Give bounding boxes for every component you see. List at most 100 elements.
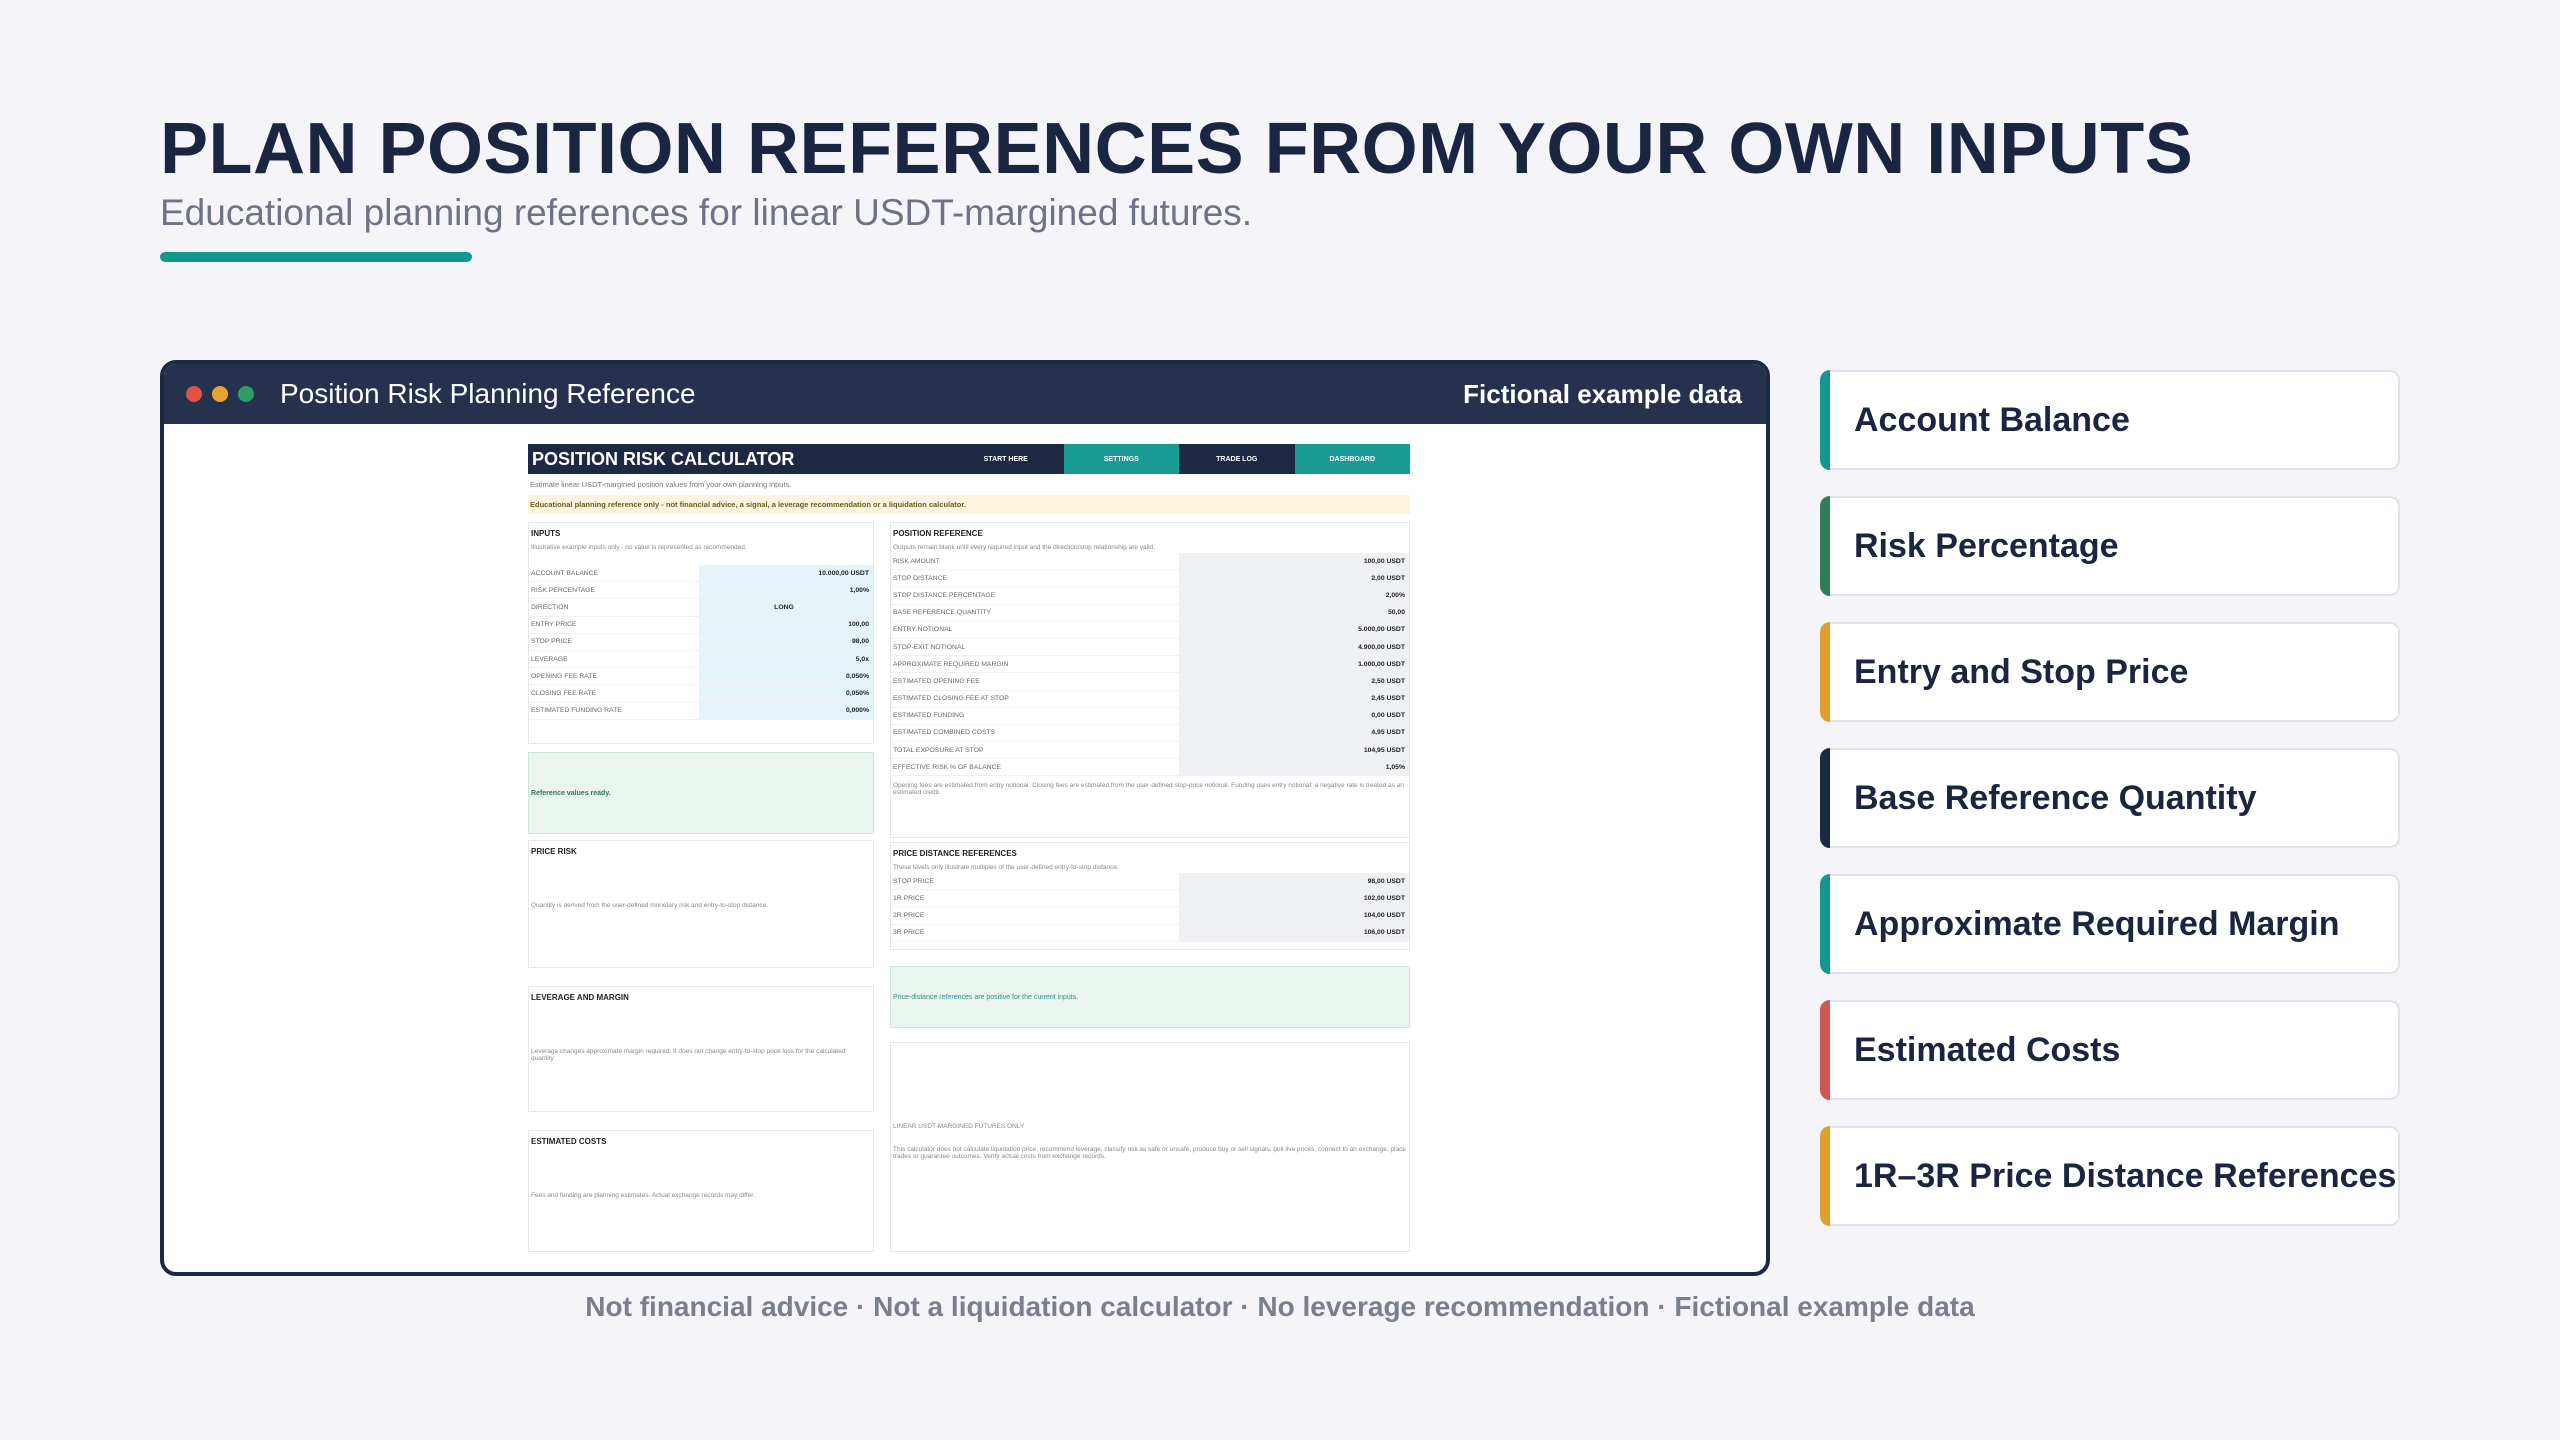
row-label: DIRECTION [531, 603, 569, 611]
table-row: 3R PRICE 106,00 USDT [891, 924, 1409, 942]
table-row: TOTAL EXPOSURE AT STOP 104,95 USDT [891, 742, 1409, 760]
sheet-warning: Educational planning reference only - no… [528, 495, 1410, 514]
row-label: STOP-EXIT NOTIONAL [893, 643, 966, 651]
row-label: RISK PERCENTAGE [531, 586, 596, 594]
price-risk-panel: PRICE RISK Quantity is derived from the … [528, 840, 874, 968]
tab-settings[interactable]: SETTINGS [1063, 444, 1179, 474]
card-label: 1R–3R Price Distance References [1854, 1156, 2397, 1195]
card-label: Risk Percentage [1854, 526, 2119, 565]
row-value: 104,00 USDT [1179, 907, 1409, 924]
row-value[interactable]: 10.000,00 USDT [699, 565, 873, 582]
sheet-description: Estimate linear USDT-margined position v… [530, 480, 792, 489]
card-price-distance-references[interactable]: 1R–3R Price Distance References [1820, 1126, 2400, 1226]
table-row: DIRECTION LONG [529, 599, 873, 617]
tab-dashboard[interactable]: DASHBOARD [1294, 444, 1410, 474]
leverage-margin-panel: LEVERAGE AND MARGIN Leverage changes app… [528, 986, 874, 1112]
table-row: APPROXIMATE REQUIRED MARGIN 1.000,00 USDT [891, 656, 1409, 674]
table-row: ESTIMATED FUNDING RATE 0,000% [529, 702, 873, 720]
row-label: 1R PRICE [893, 894, 925, 902]
table-row: ENTRY NOTIONAL 5.000,00 USDT [891, 621, 1409, 639]
price-risk-title: PRICE RISK [531, 847, 577, 856]
table-row: RISK AMOUNT 100,00 USDT [891, 553, 1409, 571]
row-value[interactable]: 0,050% [699, 668, 873, 685]
row-value: 104,95 USDT [1179, 742, 1409, 759]
card-estimated-costs[interactable]: Estimated Costs [1820, 1000, 2400, 1100]
tab-trade-log[interactable]: TRADE LOG [1179, 444, 1295, 474]
row-value: 1.000,00 USDT [1179, 656, 1409, 673]
row-label: 2R PRICE [893, 911, 925, 919]
card-label: Approximate Required Margin [1854, 904, 2340, 943]
row-value[interactable]: 100,00 [699, 616, 873, 633]
card-entry-stop-price[interactable]: Entry and Stop Price [1820, 622, 2400, 722]
row-value[interactable]: 98,00 [699, 633, 873, 650]
row-value: 0,00 USDT [1179, 707, 1409, 724]
card-label: Entry and Stop Price [1854, 652, 2189, 691]
row-value[interactable]: 0,050% [699, 685, 873, 702]
row-label: APPROXIMATE REQUIRED MARGIN [893, 660, 1009, 668]
row-label: ENTRY NOTIONAL [893, 626, 953, 634]
row-value[interactable]: 1,00% [699, 582, 873, 599]
row-label: STOP PRICE [893, 877, 934, 885]
card-base-reference-quantity[interactable]: Base Reference Quantity [1820, 748, 2400, 848]
card-risk-percentage[interactable]: Risk Percentage [1820, 496, 2400, 596]
spreadsheet: POSITION RISK CALCULATOR START HERE SETT… [528, 444, 1410, 1256]
app-window: Position Risk Planning Reference Fiction… [160, 360, 1770, 1276]
row-value[interactable]: 5,0x [699, 650, 873, 668]
row-value: 2,45 USDT [1179, 690, 1409, 707]
row-value: 50,00 [1179, 604, 1409, 621]
row-label: TOTAL EXPOSURE AT STOP [893, 746, 984, 754]
leverage-margin-title: LEVERAGE AND MARGIN [531, 993, 629, 1002]
table-row: STOP PRICE 98,00 USDT [891, 873, 1409, 891]
row-value[interactable]: 0,000% [699, 702, 873, 719]
minimize-window-dot[interactable] [212, 386, 228, 402]
window-title: Position Risk Planning Reference [280, 378, 696, 409]
sheet-title: POSITION RISK CALCULATOR [528, 444, 948, 474]
page-subtitle: Educational planning references for line… [160, 192, 1253, 233]
table-row: ESTIMATED CLOSING FEE AT STOP 2,45 USDT [891, 690, 1409, 708]
row-value: 4,95 USDT [1179, 724, 1409, 742]
close-window-dot[interactable] [186, 386, 202, 402]
position-reference-note: Outputs remain blank until every require… [893, 544, 1155, 551]
table-row: STOP PRICE 98,00 [529, 633, 873, 651]
table-row: ESTIMATED COMBINED COSTS 4,95 USDT [891, 724, 1409, 743]
table-row: 2R PRICE 104,00 USDT [891, 907, 1409, 925]
row-value: 98,00 USDT [1179, 873, 1409, 890]
window-badge: Fictional example data [1463, 378, 1742, 409]
position-reference-panel: POSITION REFERENCE Outputs remain blank … [890, 522, 1410, 838]
row-label: ENTRY PRICE [531, 621, 577, 629]
row-label: STOP PRICE [531, 638, 572, 646]
maximize-window-dot[interactable] [238, 386, 254, 402]
estimated-costs-note: Fees and funding are planning estimates.… [531, 1192, 755, 1199]
row-value[interactable]: LONG [699, 599, 873, 616]
row-value: 1,05% [1179, 759, 1409, 776]
tab-start-here[interactable]: START HERE [948, 444, 1064, 474]
row-value: 5.000,00 USDT [1179, 621, 1409, 638]
inputs-status: Reference values ready. [528, 752, 874, 834]
row-label: BASE REFERENCE QUANTITY [893, 609, 992, 617]
sheet-header: POSITION RISK CALCULATOR START HERE SETT… [528, 444, 1410, 474]
card-approximate-required-margin[interactable]: Approximate Required Margin [1820, 874, 2400, 974]
table-row: CLOSING FEE RATE 0,050% [529, 685, 873, 703]
card-label: Base Reference Quantity [1854, 778, 2257, 817]
row-value: 2,00% [1179, 587, 1409, 604]
accent-underline [160, 252, 472, 262]
window-titlebar: Position Risk Planning Reference Fiction… [164, 364, 1766, 424]
row-label: ESTIMATED FUNDING RATE [531, 707, 622, 715]
row-label: ESTIMATED CLOSING FEE AT STOP [893, 695, 1009, 703]
table-row: ESTIMATED OPENING FEE 2,50 USDT [891, 673, 1409, 691]
card-account-balance[interactable]: Account Balance [1820, 370, 2400, 470]
row-label: CLOSING FEE RATE [531, 689, 597, 697]
table-row: 1R PRICE 102,00 USDT [891, 890, 1409, 908]
table-row: ENTRY PRICE 100,00 [529, 616, 873, 634]
row-label: OPENING FEE RATE [531, 672, 597, 680]
price-distance-note: These levels only illustrate multiples o… [893, 864, 1119, 871]
table-row: LEVERAGE 5,0x [529, 650, 873, 669]
disclaimer-panel: LINEAR USDT-MARGINED FUTURES ONLY This c… [890, 1042, 1410, 1252]
estimated-costs-panel: ESTIMATED COSTS Fees and funding are pla… [528, 1130, 874, 1252]
table-row: OPENING FEE RATE 0,050% [529, 668, 873, 686]
table-row: ESTIMATED FUNDING 0,00 USDT [891, 707, 1409, 725]
inputs-title: INPUTS [531, 529, 561, 538]
inputs-panel: INPUTS Illustrative example inputs only … [528, 522, 874, 744]
table-row: ACCOUNT BALANCE 10.000,00 USDT [529, 565, 873, 583]
row-value: 2,50 USDT [1179, 673, 1409, 690]
